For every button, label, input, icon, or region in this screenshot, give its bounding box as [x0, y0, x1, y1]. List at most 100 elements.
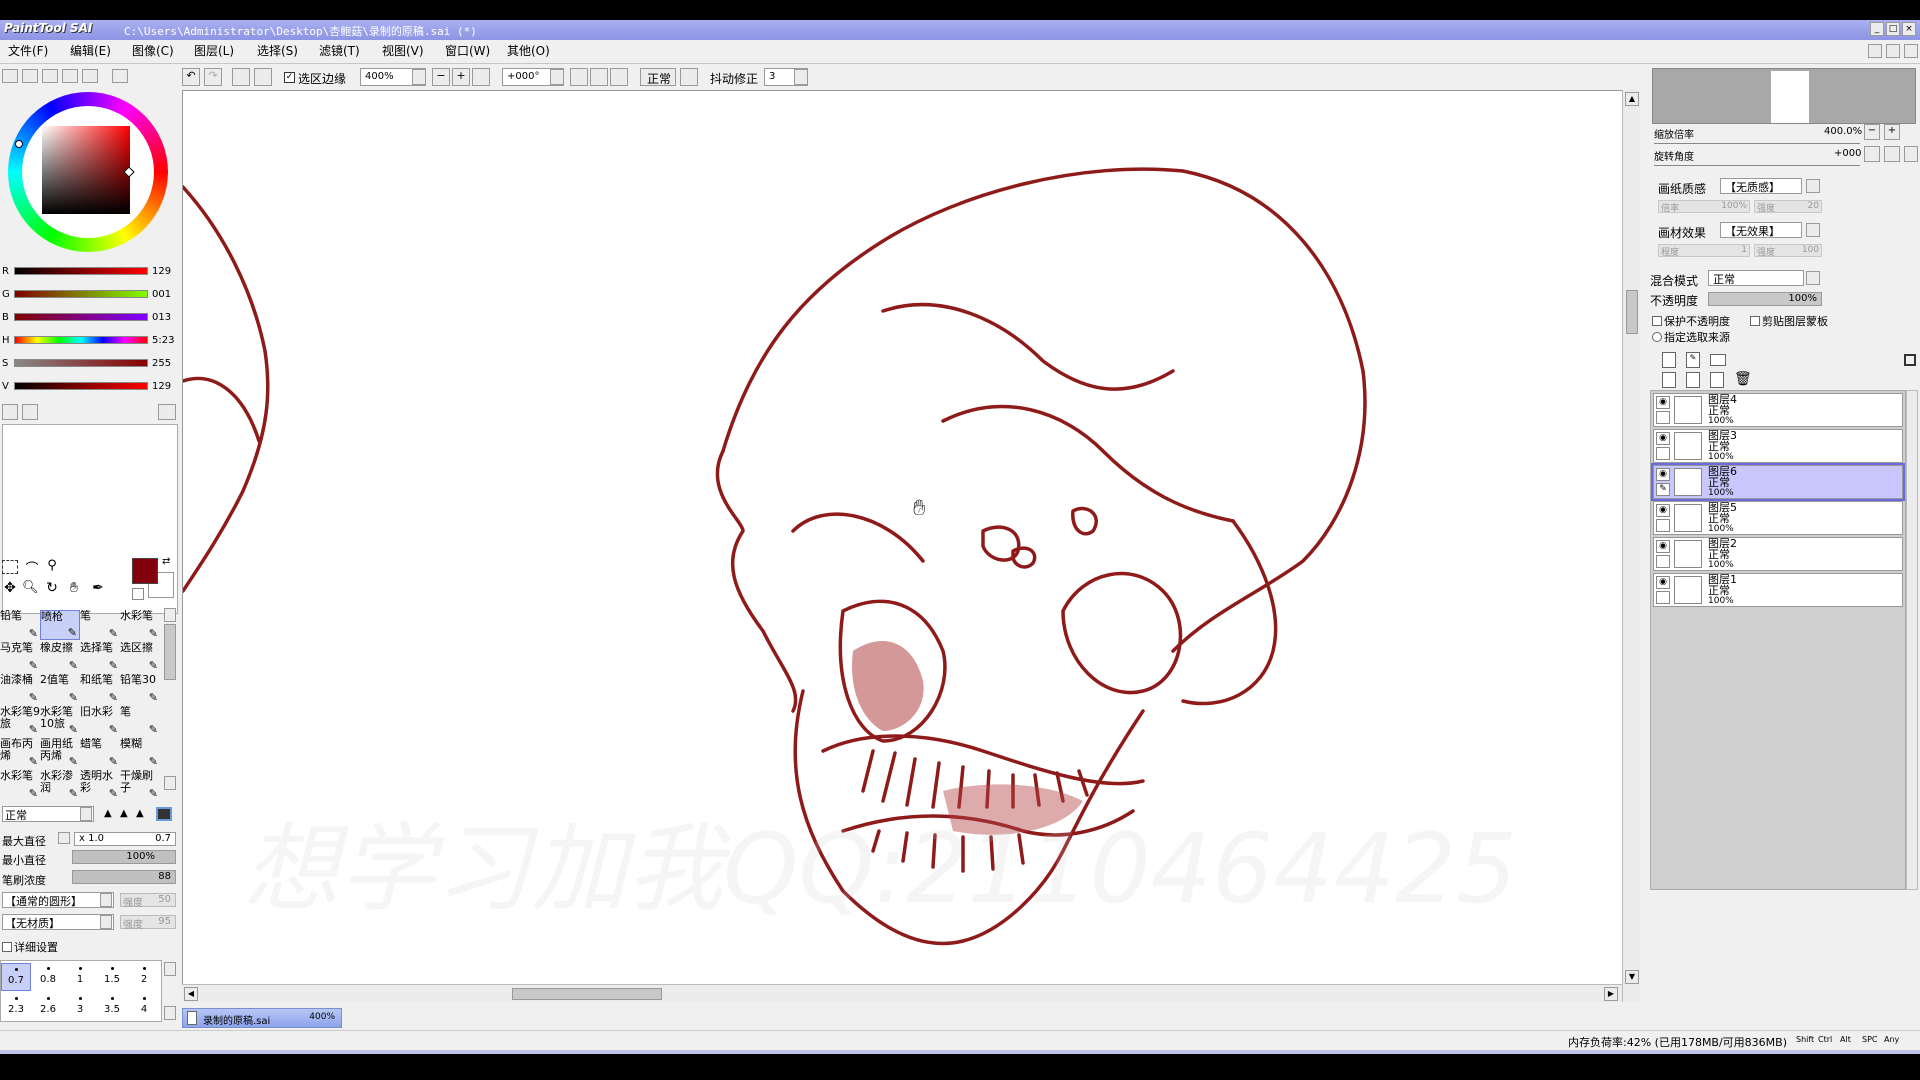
- close-button[interactable]: ×: [1902, 22, 1916, 36]
- shape-strength-field[interactable]: 强度 50: [120, 893, 176, 909]
- deselect-button[interactable]: [232, 68, 250, 86]
- transfer-down-icon[interactable]: [1662, 372, 1676, 388]
- menu-filter[interactable]: 滤镜(T): [319, 40, 360, 62]
- invert-selection-button[interactable]: [254, 68, 272, 86]
- selection-edge-checkbox[interactable]: ✓: [284, 72, 295, 83]
- brush-tool-2-1[interactable]: 2值笔 ✎: [40, 674, 80, 704]
- blue-slider[interactable]: [14, 313, 148, 321]
- rotate-ccw-button[interactable]: [570, 68, 588, 86]
- paper-texture-select[interactable]: 【无质感】: [1720, 178, 1802, 194]
- menu-layer[interactable]: 图层(L): [194, 40, 234, 62]
- material-effect-dropdown[interactable]: [1806, 223, 1820, 237]
- brush-tool-3-3[interactable]: 笔 ✎: [120, 706, 160, 736]
- brush-tool-1-2[interactable]: 选择笔 ✎: [80, 642, 120, 672]
- brush-tool-1-0[interactable]: 马克笔 ✎: [0, 642, 40, 672]
- paper-scale-field[interactable]: 倍率 100%: [1658, 200, 1750, 214]
- brush-size-preset[interactable]: 1: [65, 963, 95, 991]
- value-slider[interactable]: [14, 382, 148, 390]
- brush-shape-dropdown[interactable]: [100, 893, 112, 907]
- brush-tool-0-3[interactable]: 水彩笔 ✎: [120, 610, 160, 640]
- max-size-field[interactable]: x 1.0 0.7: [74, 832, 176, 846]
- brush-size-preset[interactable]: 0.8: [33, 963, 63, 991]
- effect-strength-field[interactable]: 强度 100: [1754, 244, 1822, 258]
- new-linework-layer-icon[interactable]: ✎: [1686, 352, 1700, 368]
- layer-lock-toggle[interactable]: [1656, 555, 1670, 568]
- layer-row[interactable]: ◉ 图层4 正常 100%: [1653, 393, 1903, 427]
- canvas-area[interactable]: 想学习加我QQ:2110464425 ✋︎: [182, 90, 1640, 1002]
- menu-view[interactable]: 视图(V): [382, 40, 424, 62]
- brush-shape-soft-icon[interactable]: ▲: [136, 808, 150, 820]
- layer-row[interactable]: ◉ 图层5 正常 100%: [1653, 501, 1903, 535]
- selection-source-radio[interactable]: [1652, 332, 1662, 342]
- mdi-minimize-button[interactable]: [1868, 44, 1882, 58]
- rotate-cw-button[interactable]: [590, 68, 608, 86]
- new-folder-icon[interactable]: [1710, 354, 1726, 366]
- nav-rotate-ccw-button[interactable]: [1864, 146, 1880, 162]
- nav-rotate-reset-button[interactable]: [1904, 146, 1918, 162]
- rotate-reset-button[interactable]: [610, 68, 628, 86]
- zoom-in-button[interactable]: +: [452, 68, 470, 86]
- min-size-slider[interactable]: 100%: [72, 850, 176, 864]
- nav-rotate-cw-button[interactable]: [1884, 146, 1900, 162]
- layer-visibility-eye-icon[interactable]: ◉: [1656, 396, 1670, 409]
- hue-marker[interactable]: [15, 140, 23, 148]
- h-scroll-left[interactable]: ◀: [184, 987, 198, 1001]
- document-tab[interactable]: 录制的原稿.sai 400%: [182, 1008, 342, 1028]
- max-size-lock[interactable]: [58, 832, 70, 844]
- saturation-slider[interactable]: [14, 359, 148, 367]
- brush-shape-medium-icon[interactable]: ▲: [120, 808, 134, 820]
- v-scroll-up[interactable]: ▲: [1625, 92, 1639, 106]
- brush-tool-4-2[interactable]: 蜡笔 ✎: [80, 738, 120, 768]
- density-slider[interactable]: 88: [72, 870, 176, 884]
- stabilizer-dropdown[interactable]: [794, 69, 808, 85]
- clear-layer-icon[interactable]: [1710, 372, 1724, 388]
- layer-lock-toggle[interactable]: [1656, 447, 1670, 460]
- rotate-icon[interactable]: ↻: [44, 580, 60, 596]
- brush-tool-0-2[interactable]: 笔 ✎: [80, 610, 120, 640]
- h-scroll-thumb[interactable]: [512, 988, 662, 1000]
- red-slider[interactable]: [14, 267, 148, 275]
- brush-tool-5-1[interactable]: 水彩渗润 ✎: [40, 770, 80, 800]
- size-scroll-down[interactable]: [164, 1006, 176, 1020]
- color-wheel-mode-icon[interactable]: [2, 69, 18, 83]
- maximize-button[interactable]: □: [1886, 22, 1900, 36]
- nav-zoom-slider[interactable]: [1654, 138, 1860, 144]
- brush-tool-0-0[interactable]: 铅笔 ✎: [0, 610, 40, 640]
- brush-tool-4-1[interactable]: 画用纸丙烯 ✎: [40, 738, 80, 768]
- size-scroll-up[interactable]: [164, 962, 176, 976]
- brush-tool-4-3[interactable]: 模糊 ✎: [120, 738, 160, 768]
- scratchpad-icon[interactable]: [112, 69, 128, 83]
- mdi-restore-button[interactable]: [1886, 44, 1900, 58]
- delete-layer-icon[interactable]: 🗑︎: [1734, 372, 1752, 388]
- zoom-icon[interactable]: 🔍︎: [22, 580, 39, 596]
- undo-button[interactable]: ↶: [182, 68, 200, 86]
- effect-degree-field[interactable]: 程度 1: [1658, 244, 1750, 258]
- brush-shape-hard-icon[interactable]: ▲: [104, 808, 118, 820]
- layer-visibility-eye-icon[interactable]: ◉: [1656, 468, 1670, 481]
- foreground-color-swatch[interactable]: [132, 558, 158, 584]
- layer-visibility-eye-icon[interactable]: ◉: [1656, 432, 1670, 445]
- hand-icon[interactable]: ✋︎: [66, 580, 82, 596]
- brush-tool-3-1[interactable]: 水彩笔10旅 ✎: [40, 706, 80, 736]
- redo-button[interactable]: ↷: [204, 68, 222, 86]
- horizontal-scrollbar[interactable]: ◀ ▶: [182, 984, 1622, 1002]
- layer-row[interactable]: ◉ 图层1 正常 100%: [1653, 573, 1903, 607]
- transparent-color-icon[interactable]: [132, 588, 144, 600]
- brush-tool-2-3[interactable]: 铅笔30 ✎: [120, 674, 160, 704]
- move-icon[interactable]: ✥: [2, 580, 18, 596]
- brush-tool-5-0[interactable]: 水彩笔 ✎: [0, 770, 40, 800]
- nav-angle-slider[interactable]: [1654, 160, 1860, 166]
- brush-size-preset[interactable]: 3.5: [97, 993, 127, 1021]
- menu-file[interactable]: 文件(F): [8, 40, 48, 62]
- paper-texture-dropdown[interactable]: [1806, 179, 1820, 193]
- brush-texture-select[interactable]: 【无材质】: [2, 914, 114, 930]
- brush-shape-flat-icon[interactable]: [156, 807, 172, 821]
- brush-size-preset[interactable]: 2.3: [1, 993, 31, 1021]
- detail-settings-checkbox[interactable]: [2, 942, 12, 952]
- menu-image[interactable]: 图像(C): [132, 40, 174, 62]
- menu-select[interactable]: 选择(S): [257, 40, 298, 62]
- brush-scrollbar-thumb[interactable]: [164, 624, 176, 680]
- brush-tool-2-2[interactable]: 和纸笔 ✎: [80, 674, 120, 704]
- v-scroll-down[interactable]: ▼: [1625, 970, 1639, 984]
- palette-remove-button[interactable]: [22, 404, 38, 420]
